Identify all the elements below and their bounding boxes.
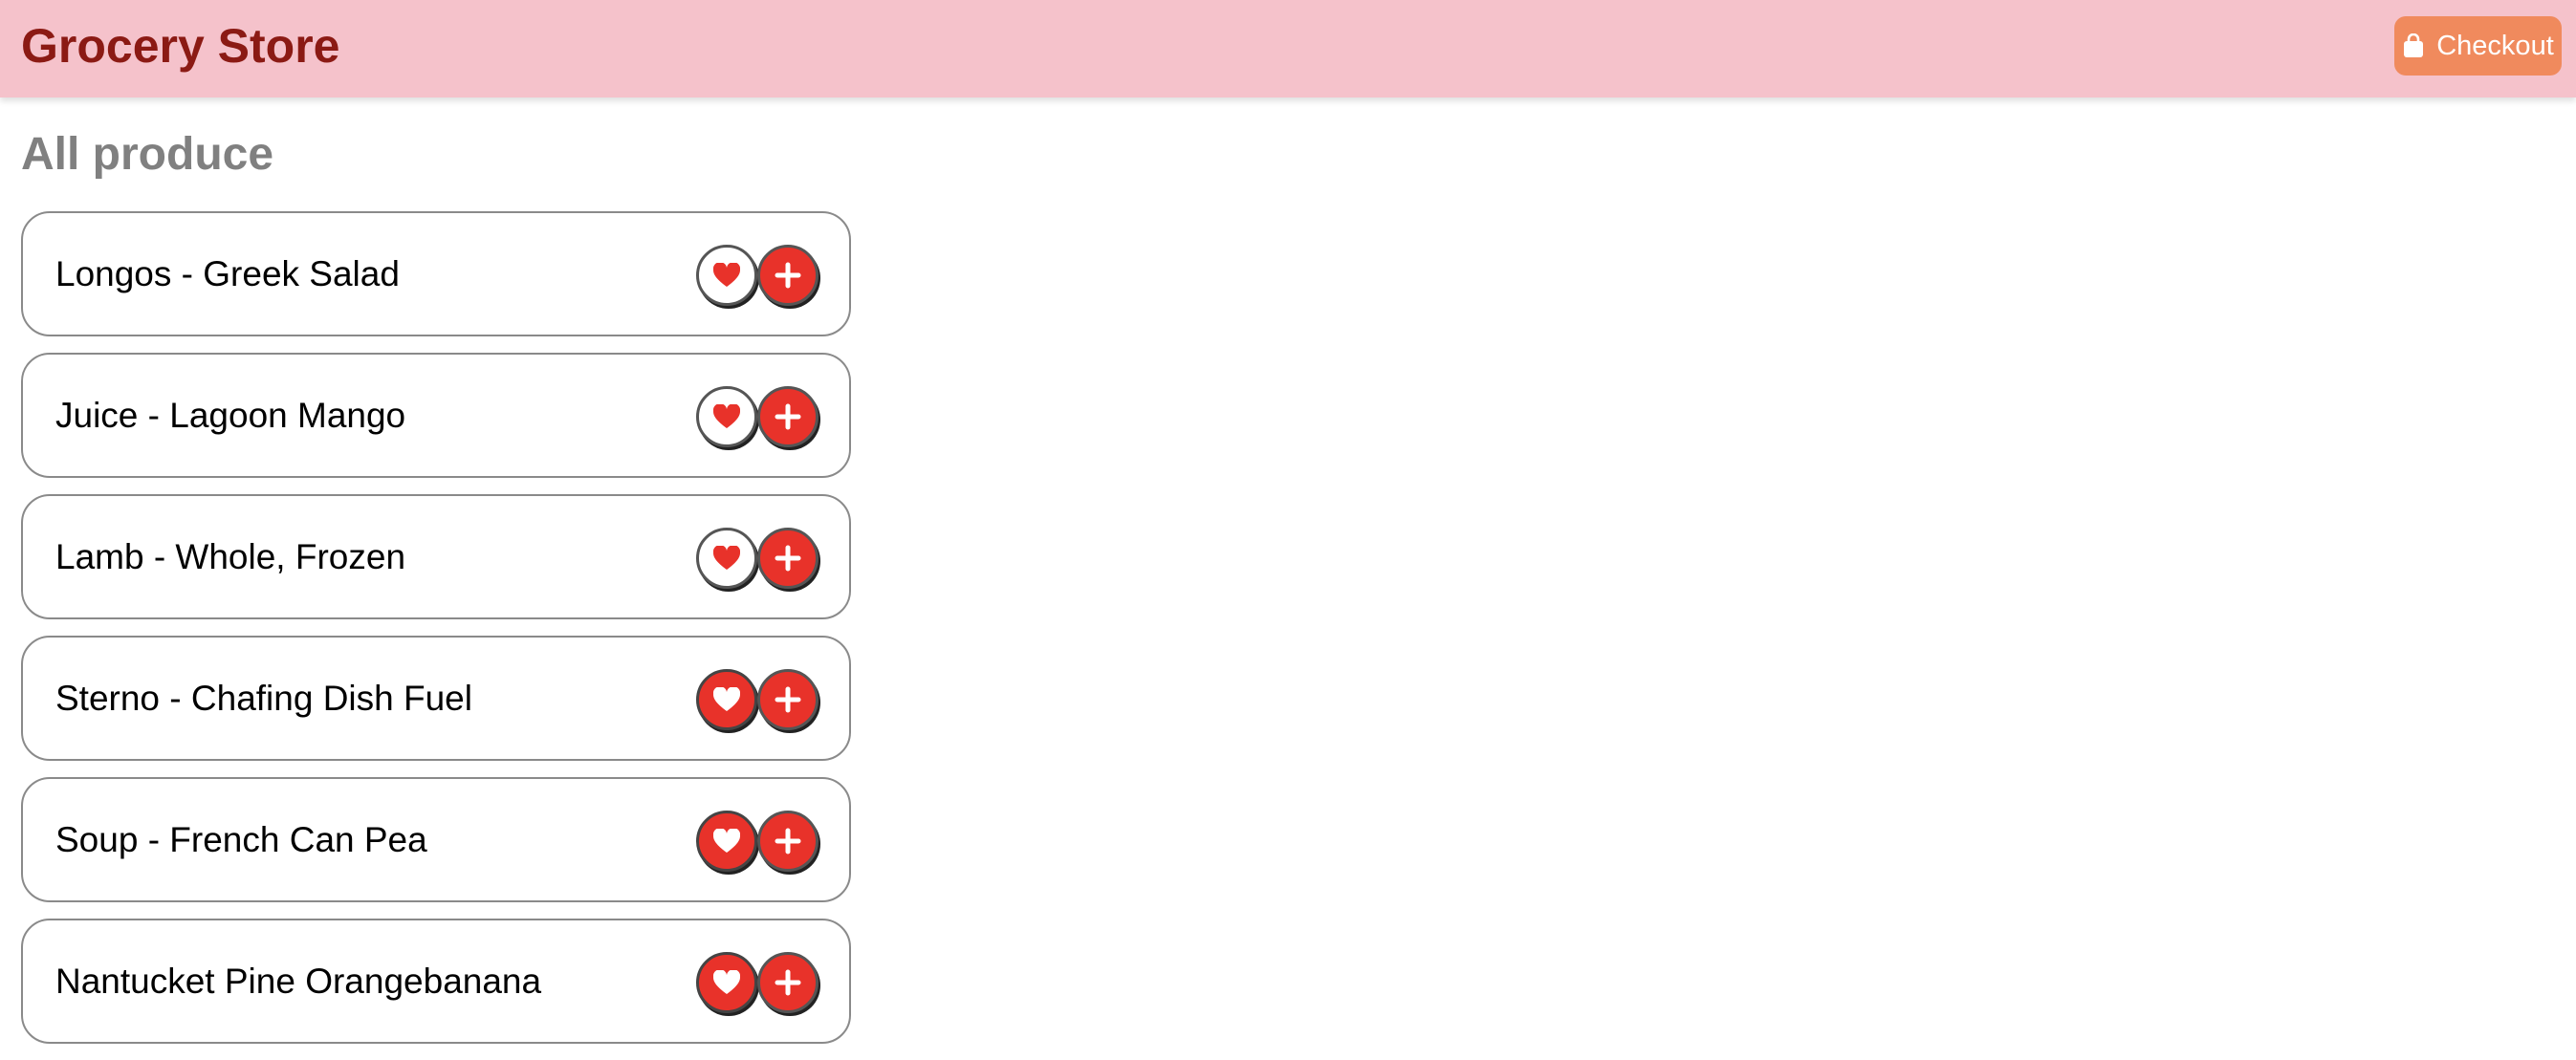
plus-icon bbox=[775, 545, 801, 572]
favorite-button[interactable] bbox=[696, 669, 757, 730]
plus-icon bbox=[775, 686, 801, 713]
product-card: Nantucket Pine Orangebanana bbox=[21, 919, 851, 1044]
heart-icon bbox=[713, 687, 740, 711]
product-card: Lamb - Whole, Frozen bbox=[21, 494, 851, 619]
app-header: Grocery Store Checkout bbox=[0, 0, 2576, 97]
product-card: Sterno - Chafing Dish Fuel bbox=[21, 636, 851, 761]
add-to-cart-button[interactable] bbox=[757, 386, 819, 447]
product-name: Lamb - Whole, Frozen bbox=[55, 537, 406, 576]
add-to-cart-button[interactable] bbox=[757, 245, 819, 306]
checkout-label: Checkout bbox=[2436, 30, 2554, 61]
favorite-button[interactable] bbox=[696, 386, 757, 447]
add-to-cart-button[interactable] bbox=[757, 669, 819, 730]
heart-icon bbox=[713, 829, 740, 853]
checkout-button[interactable]: Checkout bbox=[2394, 16, 2562, 76]
app-title: Grocery Store bbox=[21, 19, 340, 73]
favorite-button[interactable] bbox=[696, 245, 757, 306]
section-title: All produce bbox=[21, 129, 274, 180]
product-card: Juice - Lagoon Mango bbox=[21, 353, 851, 478]
plus-icon bbox=[775, 969, 801, 996]
heart-icon bbox=[713, 404, 740, 428]
product-actions bbox=[696, 811, 819, 872]
add-to-cart-button[interactable] bbox=[757, 952, 819, 1013]
plus-icon bbox=[775, 403, 801, 430]
product-name: Juice - Lagoon Mango bbox=[55, 396, 406, 435]
product-card: Longos - Greek Salad bbox=[21, 211, 851, 336]
heart-icon bbox=[713, 546, 740, 570]
product-name: Sterno - Chafing Dish Fuel bbox=[55, 679, 472, 718]
heart-icon bbox=[713, 970, 740, 994]
product-name: Soup - French Can Pea bbox=[55, 820, 427, 859]
product-actions bbox=[696, 669, 819, 730]
product-name: Longos - Greek Salad bbox=[55, 254, 400, 293]
favorite-button[interactable] bbox=[696, 528, 757, 589]
favorite-button[interactable] bbox=[696, 811, 757, 872]
plus-icon bbox=[775, 262, 801, 289]
product-card: Soup - French Can Pea bbox=[21, 777, 851, 902]
product-actions bbox=[696, 952, 819, 1013]
add-to-cart-button[interactable] bbox=[757, 528, 819, 589]
shopping-bag-icon bbox=[2402, 33, 2425, 58]
product-name: Nantucket Pine Orangebanana bbox=[55, 962, 542, 1001]
product-actions bbox=[696, 245, 819, 306]
plus-icon bbox=[775, 828, 801, 854]
add-to-cart-button[interactable] bbox=[757, 811, 819, 872]
heart-icon bbox=[713, 263, 740, 287]
product-actions bbox=[696, 528, 819, 589]
product-actions bbox=[696, 386, 819, 447]
product-list: Longos - Greek Salad Juice - Lagoon Mang… bbox=[21, 211, 851, 1060]
favorite-button[interactable] bbox=[696, 952, 757, 1013]
